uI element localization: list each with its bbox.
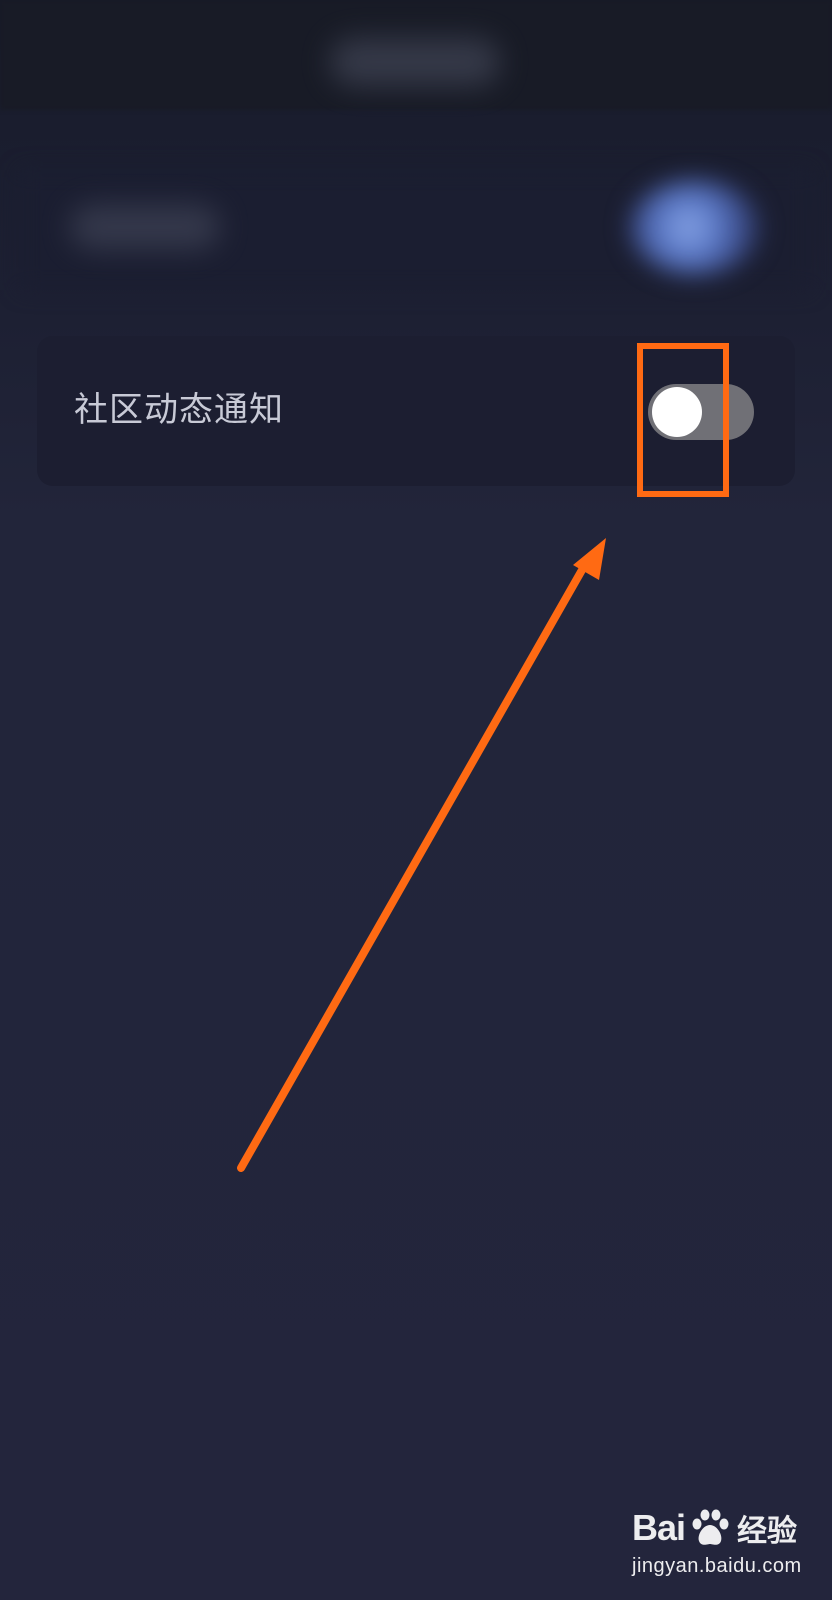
arrow-head (573, 538, 606, 580)
baidu-paw-icon (689, 1507, 731, 1549)
baidu-watermark: Bai 经验 jingyan.baidu.com (632, 1505, 822, 1585)
community-notification-label: 社区动态通知 (74, 390, 284, 430)
account-row-blurred (0, 150, 832, 320)
settings-screen: 社区动态通知 Bai 经验 jingyan.baidu.com (0, 0, 832, 1600)
watermark-logo-left: Bai (632, 1507, 686, 1548)
highlight-box (637, 343, 729, 497)
account-row-label-blurred (70, 205, 220, 249)
watermark-url: jingyan.baidu.com (632, 1555, 802, 1577)
arrow-shaft (237, 559, 590, 1172)
page-title-blurred (330, 38, 500, 86)
watermark-logo-right: 经验 (737, 1514, 798, 1549)
avatar-blurred (630, 180, 760, 275)
watermark-logo: Bai 经验 (632, 1505, 797, 1551)
